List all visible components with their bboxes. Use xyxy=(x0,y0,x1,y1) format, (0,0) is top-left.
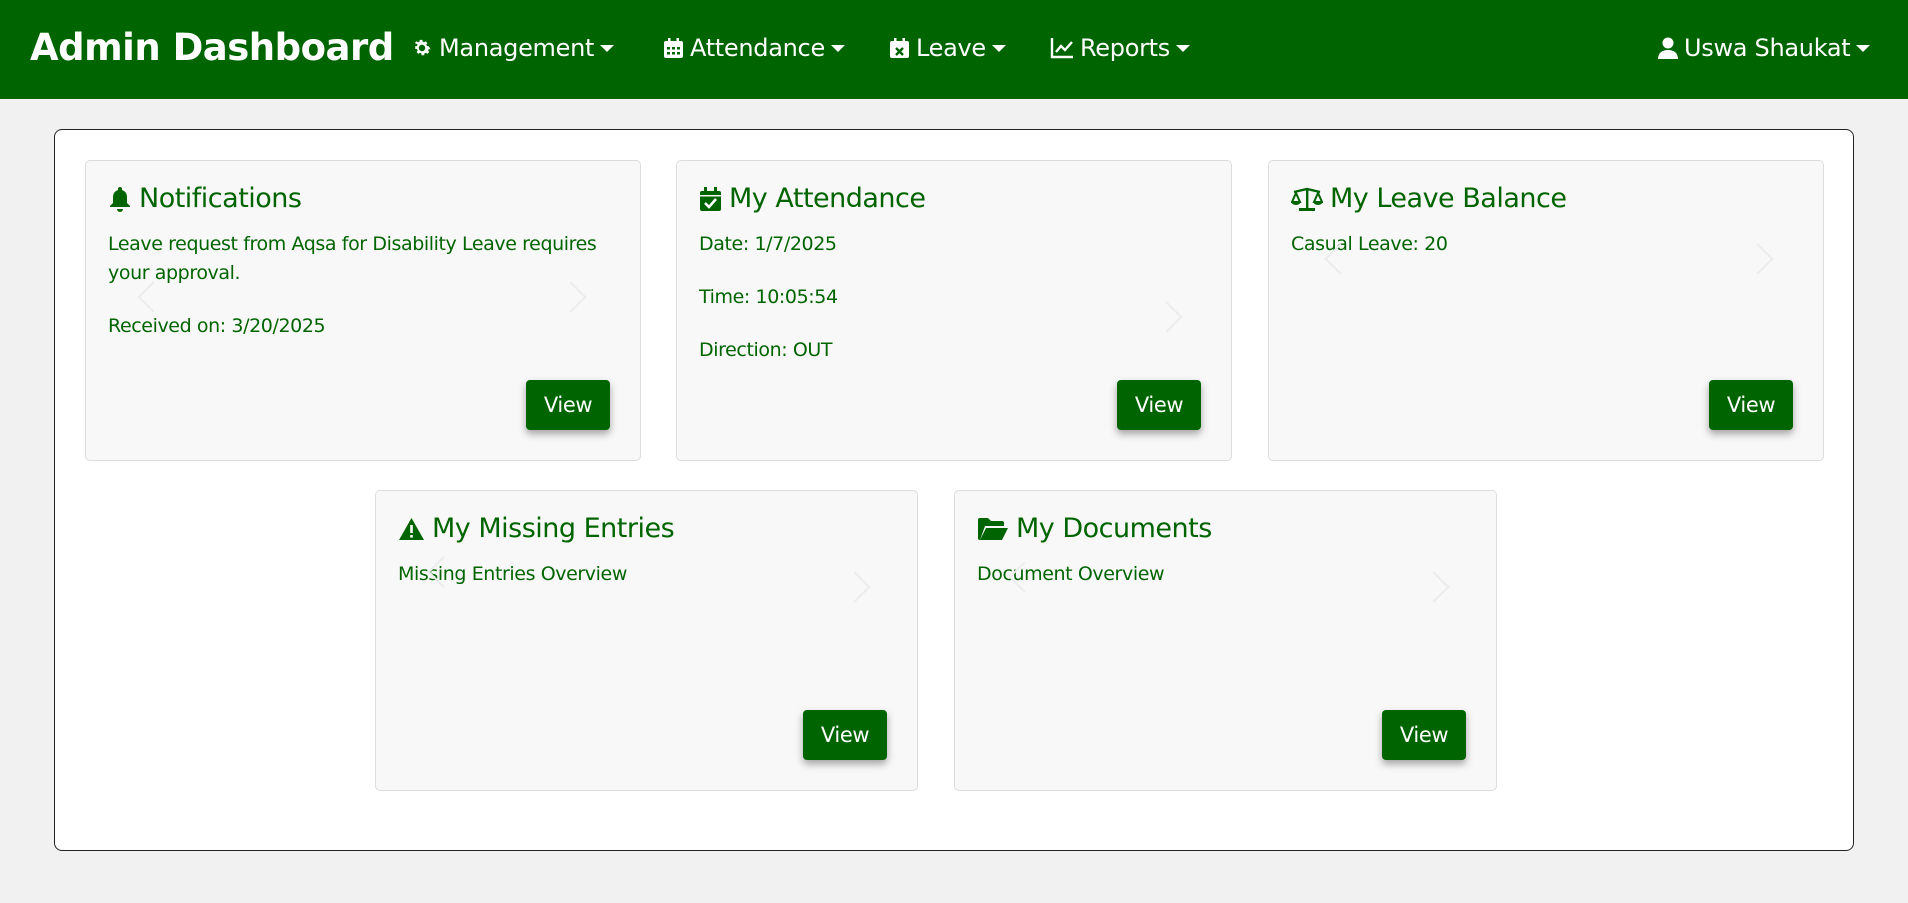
casual-leave-balance: Casual Leave: 20 xyxy=(1291,233,1448,255)
missing-entries-view-button[interactable]: View xyxy=(803,710,887,760)
nav-user-label: Uswa Shaukat xyxy=(1684,34,1851,62)
brand-title[interactable]: Admin Dashboard xyxy=(30,26,394,69)
nav-attendance[interactable]: Attendance xyxy=(663,34,845,62)
attendance-direction: Direction: OUT xyxy=(699,339,833,361)
missing-entries-card: My Missing Entries Missing Entries Overv… xyxy=(375,490,918,791)
nav-management-label: Management xyxy=(439,34,595,62)
nav-attendance-label: Attendance xyxy=(690,34,825,62)
attendance-time: Time: 10:05:54 xyxy=(699,286,838,308)
document-overview: Document Overview xyxy=(977,563,1165,585)
attendance-card: My Attendance Date: 1/7/2025 Time: 10:05… xyxy=(676,160,1232,461)
attendance-view-button[interactable]: View xyxy=(1117,380,1201,430)
notifications-view-button[interactable]: View xyxy=(526,380,610,430)
folder-open-icon xyxy=(978,517,1008,540)
notifications-title: Notifications xyxy=(139,183,302,214)
nav-leave[interactable]: Leave xyxy=(889,34,1006,62)
notifications-card: Notifications Leave request from Aqsa fo… xyxy=(85,160,641,461)
nav-reports[interactable]: Reports xyxy=(1050,34,1190,62)
nav-management[interactable]: Management xyxy=(411,34,615,62)
leave-balance-view-button[interactable]: View xyxy=(1709,380,1793,430)
caret-down-icon xyxy=(991,44,1006,52)
documents-title: My Documents xyxy=(1016,513,1212,544)
user-icon xyxy=(1658,37,1678,59)
nav-leave-label: Leave xyxy=(916,34,986,62)
notification-message: Leave request from Aqsa for Disability L… xyxy=(108,233,597,284)
warning-icon xyxy=(399,517,424,540)
missing-entries-overview: Missing Entries Overview xyxy=(398,563,627,585)
nav-reports-label: Reports xyxy=(1080,34,1170,62)
bell-icon xyxy=(110,186,130,212)
scale-balance-icon xyxy=(1291,187,1323,211)
calendar-x-icon xyxy=(890,38,909,58)
gear-icon xyxy=(414,39,431,56)
attendance-title: My Attendance xyxy=(729,183,926,214)
documents-card: My Documents Document Overview View xyxy=(954,490,1497,791)
top-navbar: Admin Dashboard Management Attendance Le… xyxy=(0,0,1908,99)
notification-received: Received on: 3/20/2025 xyxy=(108,315,326,337)
missing-entries-title: My Missing Entries xyxy=(432,513,675,544)
line-chart-icon xyxy=(1050,38,1073,59)
calendar-icon xyxy=(664,38,683,58)
caret-down-icon xyxy=(830,44,845,52)
leave-balance-card: My Leave Balance Casual Leave: 20 View xyxy=(1268,160,1824,461)
caret-down-icon xyxy=(1175,44,1190,52)
documents-view-button[interactable]: View xyxy=(1382,710,1466,760)
caret-down-icon xyxy=(1856,44,1871,52)
caret-down-icon xyxy=(600,44,615,52)
calendar-check-icon xyxy=(700,186,721,211)
leave-balance-title: My Leave Balance xyxy=(1330,183,1567,214)
attendance-date: Date: 1/7/2025 xyxy=(699,233,837,255)
nav-user-menu[interactable]: Uswa Shaukat xyxy=(1658,34,1871,62)
